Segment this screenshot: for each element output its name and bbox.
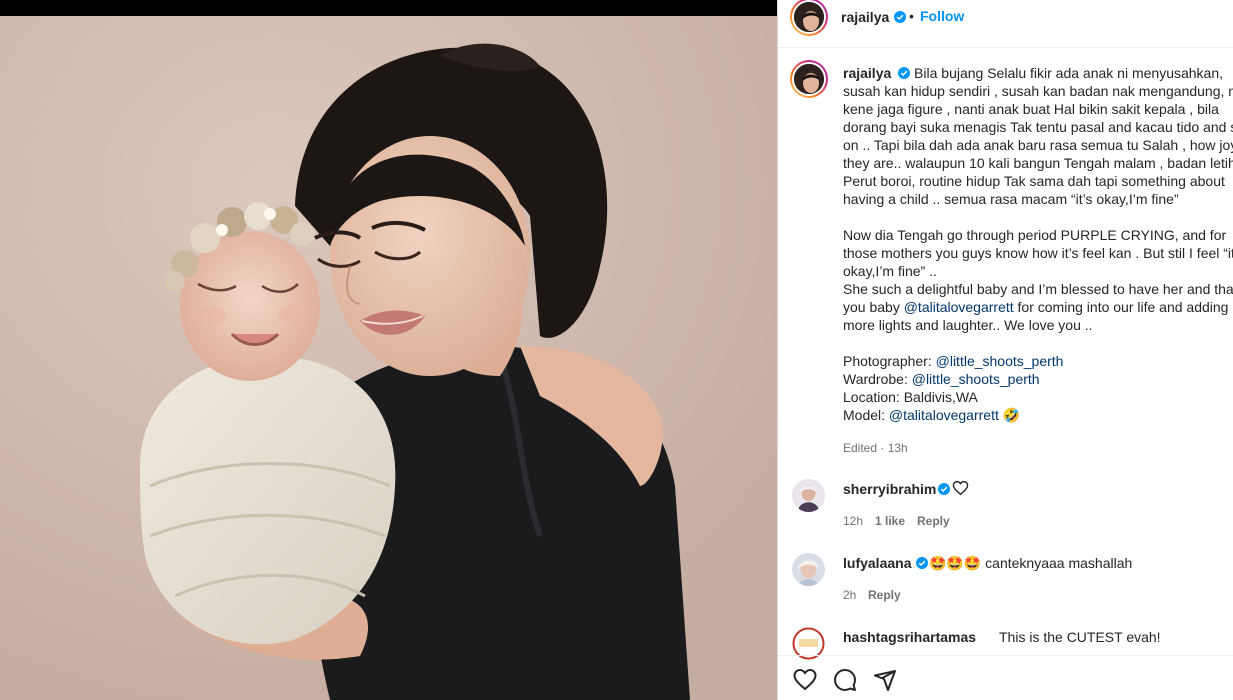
- share-icon[interactable]: [873, 668, 897, 692]
- commenter-username[interactable]: hashtagsrihartamas: [843, 629, 976, 645]
- caption-text: for coming into our life and adding: [1013, 299, 1229, 315]
- wardrobe-line: Wardrobe: @little_shoots_perth: [843, 370, 1233, 388]
- model-line: Model: @talitalovegarrett 🤣: [843, 406, 1233, 424]
- author-username[interactable]: rajailya: [841, 9, 889, 25]
- commenter-username[interactable]: lufyalaana: [843, 555, 911, 571]
- caption-username[interactable]: rajailya: [843, 65, 891, 81]
- photo-top-bar: [0, 0, 777, 16]
- comment-text: This is the CUTEST evah!: [999, 629, 1161, 645]
- post-side-panel: rajailya • Follow rajailya Bila bujang S…: [778, 0, 1233, 700]
- verified-badge-icon: [894, 11, 906, 23]
- caption-line: kene jaga figure , nanti anak buat Hal b…: [843, 101, 1219, 117]
- comment-time: 12h: [843, 514, 864, 528]
- caption-line: Perut boroi, routine hidup Tak sama dah …: [843, 173, 1225, 189]
- follow-button[interactable]: Follow: [920, 8, 964, 24]
- emoji: 🤣: [998, 407, 1021, 423]
- caption-author-avatar[interactable]: [790, 60, 828, 98]
- comment-likes[interactable]: 1 like: [875, 514, 905, 528]
- mention-link[interactable]: @talitalovegarrett: [889, 407, 999, 423]
- heart-icon[interactable]: [952, 480, 969, 496]
- author-avatar-image: [794, 2, 824, 32]
- mention-link[interactable]: @talitalovegarrett: [904, 299, 1014, 315]
- caption-line: okay,I’m fine” ..: [843, 263, 937, 279]
- comment-icon[interactable]: [833, 668, 857, 692]
- caption-line: susah kan hidup sendiri , susah kan bada…: [843, 83, 1233, 99]
- post-caption: rajailya Bila bujang Selalu fikir ada an…: [843, 64, 1233, 424]
- commenter-username[interactable]: sherryibrahim: [843, 481, 936, 497]
- separator-dot: •: [909, 8, 914, 24]
- commenter-avatar[interactable]: [792, 479, 825, 512]
- verified-badge-icon: [938, 483, 950, 495]
- caption-text: you baby: [843, 299, 904, 315]
- post-header: rajailya • Follow: [778, 0, 1233, 48]
- verified-badge-icon: [916, 557, 928, 569]
- caption-line: more lights and laughter.. We love you .…: [843, 317, 1093, 333]
- caption-line: those mothers you guys know how it’s fee…: [843, 245, 1233, 261]
- comment-likes-label: 1 like: [875, 514, 906, 528]
- author-avatar[interactable]: [790, 0, 828, 36]
- location-line: Location: Baldivis,WA: [843, 389, 978, 405]
- caption-line: dorang bayi suka menagis Tak tentu pasal…: [843, 119, 1233, 135]
- verified-badge-icon: [898, 67, 911, 79]
- reply-button[interactable]: Reply: [868, 588, 901, 602]
- caption-line: having a child .. semua rasa macam “it’s…: [843, 191, 1179, 207]
- caption-text: Photographer:: [843, 353, 936, 369]
- caption-line: on .. Tapi bila dah ada anak baru rasa s…: [843, 137, 1233, 153]
- reply-label: Reply: [868, 588, 901, 602]
- commenter-avatar-image: [792, 479, 825, 512]
- comment-text: 🤩🤩🤩 canteknyaaa mashallah: [929, 555, 1133, 571]
- edited-timestamp: Edited · 13h: [843, 441, 908, 455]
- caption-text: Model:: [843, 407, 889, 423]
- caption-text: Wardrobe:: [843, 371, 912, 387]
- caption-line: Bila bujang Selalu fikir ada anak ni men…: [914, 65, 1224, 81]
- caption-line: She such a delightful baby and I’m bless…: [843, 281, 1233, 297]
- caption-avatar-image: [794, 64, 824, 94]
- post-action-bar: [778, 655, 1233, 700]
- reply-button[interactable]: Reply: [917, 514, 950, 528]
- caption-line: Now dia Tengah go through period PURPLE …: [843, 227, 1227, 243]
- commenter-avatar-image: [792, 553, 825, 586]
- caption-line-with-mention: you baby @talitalovegarrett for coming i…: [843, 298, 1233, 316]
- mention-link[interactable]: @little_shoots_perth: [912, 371, 1040, 387]
- comment-time: 2h: [843, 588, 857, 602]
- caption-line: they are.. walaupun 10 kali bangun Tenga…: [843, 155, 1233, 171]
- photographer-line: Photographer: @little_shoots_perth: [843, 352, 1233, 370]
- post-photo[interactable]: [0, 16, 777, 700]
- heart-icon[interactable]: [793, 668, 817, 692]
- reply-label: Reply: [917, 514, 950, 528]
- photo-illustration: [0, 16, 777, 700]
- mention-link[interactable]: @little_shoots_perth: [936, 353, 1064, 369]
- commenter-avatar[interactable]: [792, 553, 825, 586]
